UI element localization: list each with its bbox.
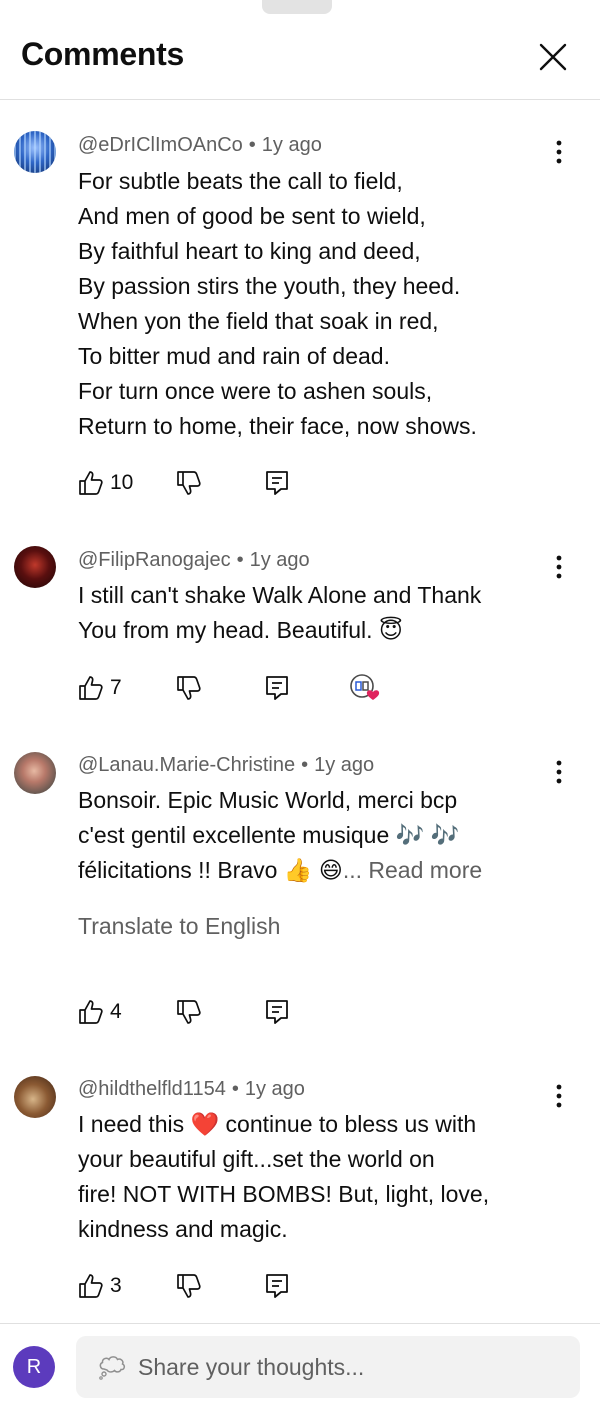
creator-heart-icon	[350, 674, 380, 700]
avatar[interactable]	[14, 1076, 56, 1118]
comment-actions: 4	[78, 996, 398, 1028]
kebab-menu-icon	[556, 140, 562, 164]
comment-text: I need this ❤️ continue to bless us with…	[78, 1107, 578, 1247]
comment-author[interactable]: @eDrIClImOAnCo	[78, 134, 243, 156]
comment-input-box[interactable]	[76, 1336, 580, 1398]
comment-line: félicitations !! Bravo 👍 😄... Read more	[78, 853, 578, 888]
reply-button[interactable]	[264, 467, 290, 499]
thumbs-up-icon	[79, 1000, 103, 1024]
comment-line: Return to home, their face, now shows.	[78, 413, 477, 439]
thumbs-down-icon	[177, 676, 201, 700]
translate-link[interactable]: Translate to English	[78, 913, 280, 940]
like-count: 10	[110, 471, 134, 494]
comment-age: 1y ago	[314, 754, 375, 776]
dislike-button[interactable]	[176, 672, 202, 704]
comment-line: For subtle beats the call to field,	[78, 168, 403, 194]
thumbs-down-icon	[177, 471, 201, 495]
comment-actions: 3	[78, 1270, 398, 1302]
comment-composer: R	[0, 1323, 600, 1409]
comment-line: I still can't shake Walk Alone and Thank	[78, 582, 482, 608]
kebab-menu-icon	[556, 555, 562, 579]
dislike-button[interactable]	[176, 1270, 202, 1302]
comments-sheet: Comments @eDrIClImOAnCo • 1y ago For subtl…	[0, 0, 600, 1409]
current-user-avatar[interactable]: R	[13, 1346, 55, 1388]
thumbs-down-icon	[177, 1000, 201, 1024]
thumbs-up-icon	[79, 676, 103, 700]
thumbs-up-icon	[79, 471, 103, 495]
like-count: 4	[110, 1000, 122, 1023]
comment-input[interactable]	[138, 1346, 568, 1388]
comment-line: To bitter mud and rain of dead.	[78, 343, 390, 369]
comment-actions: 10	[78, 467, 398, 499]
like-button[interactable]: 7	[78, 672, 122, 704]
thought-bubble-icon	[99, 1356, 126, 1380]
reply-icon	[266, 1000, 288, 1024]
comment-line: You from my head. Beautiful. 😇	[78, 617, 403, 643]
close-button[interactable]	[534, 38, 572, 76]
comment-line: By faithful heart to king and deed,	[78, 238, 421, 264]
comment-text: I still can't shake Walk Alone and Thank…	[78, 578, 578, 648]
comment-line: Bonsoir. Epic Music World, merci bcp	[78, 787, 458, 813]
comment-actions: 7	[78, 672, 398, 704]
comment-age: 1y ago	[249, 549, 310, 571]
comment-line-text: félicitations !! Bravo 👍 😄	[78, 857, 343, 883]
comment-line: I need this ❤️ continue to bless us with	[78, 1111, 477, 1137]
like-count: 7	[110, 676, 122, 699]
comment-line: fire! NOT WITH BOMBS! But, light, love,	[78, 1181, 490, 1207]
comments-header: Comments	[0, 0, 600, 100]
thumbs-down-icon	[177, 1274, 201, 1298]
reply-button[interactable]	[264, 1270, 290, 1302]
comment-text: For subtle beats the call to field, And …	[78, 164, 578, 444]
read-more-link[interactable]: ... Read more	[343, 857, 482, 883]
comment-line: By passion stirs the youth, they heed.	[78, 273, 461, 299]
comment-meta: @FilipRanogajec • 1y ago	[78, 549, 310, 571]
reply-icon	[266, 676, 288, 700]
comment-line: And men of good be sent to wield,	[78, 203, 426, 229]
like-button[interactable]: 3	[78, 1270, 122, 1302]
kebab-menu-icon	[556, 1084, 562, 1108]
comment-line: When yon the field that soak in red,	[78, 308, 439, 334]
creator-heart-badge	[348, 672, 388, 704]
comment-author[interactable]: @hildthelfld1154	[78, 1078, 226, 1100]
more-options-button[interactable]	[548, 137, 570, 167]
page-title: Comments	[21, 36, 184, 72]
avatar[interactable]	[14, 752, 56, 794]
comment-text: Bonsoir. Epic Music World, merci bcp c'e…	[78, 783, 578, 888]
comment-line: kindness and magic.	[78, 1216, 288, 1242]
like-count: 3	[110, 1274, 122, 1297]
comment-meta: @eDrIClImOAnCo • 1y ago	[78, 134, 322, 156]
comment-line: your beautiful gift...set the world on	[78, 1146, 435, 1172]
like-button[interactable]: 4	[78, 996, 122, 1028]
comment-age: 1y ago	[244, 1078, 305, 1100]
comment-line: c'est gentil excellente musique 🎶 🎶	[78, 822, 460, 848]
kebab-menu-icon	[556, 760, 562, 784]
avatar[interactable]	[14, 131, 56, 173]
close-icon	[539, 43, 567, 71]
comment-line: For turn once were to ashen souls,	[78, 378, 433, 404]
reply-button[interactable]	[264, 672, 290, 704]
avatar[interactable]	[14, 546, 56, 588]
thumbs-up-icon	[79, 1274, 103, 1298]
comment-age: 1y ago	[261, 134, 322, 156]
dislike-button[interactable]	[176, 467, 202, 499]
reply-button[interactable]	[264, 996, 290, 1028]
comment-meta: @Lanau.Marie-Christine • 1y ago	[78, 754, 375, 776]
comment-author[interactable]: @FilipRanogajec	[78, 549, 231, 571]
like-button[interactable]: 10	[78, 467, 133, 499]
reply-icon	[266, 471, 288, 495]
comment-meta: @hildthelfld1154 • 1y ago	[78, 1078, 305, 1100]
dislike-button[interactable]	[176, 996, 202, 1028]
reply-icon	[266, 1274, 288, 1298]
comment-author[interactable]: @Lanau.Marie-Christine	[78, 754, 295, 776]
